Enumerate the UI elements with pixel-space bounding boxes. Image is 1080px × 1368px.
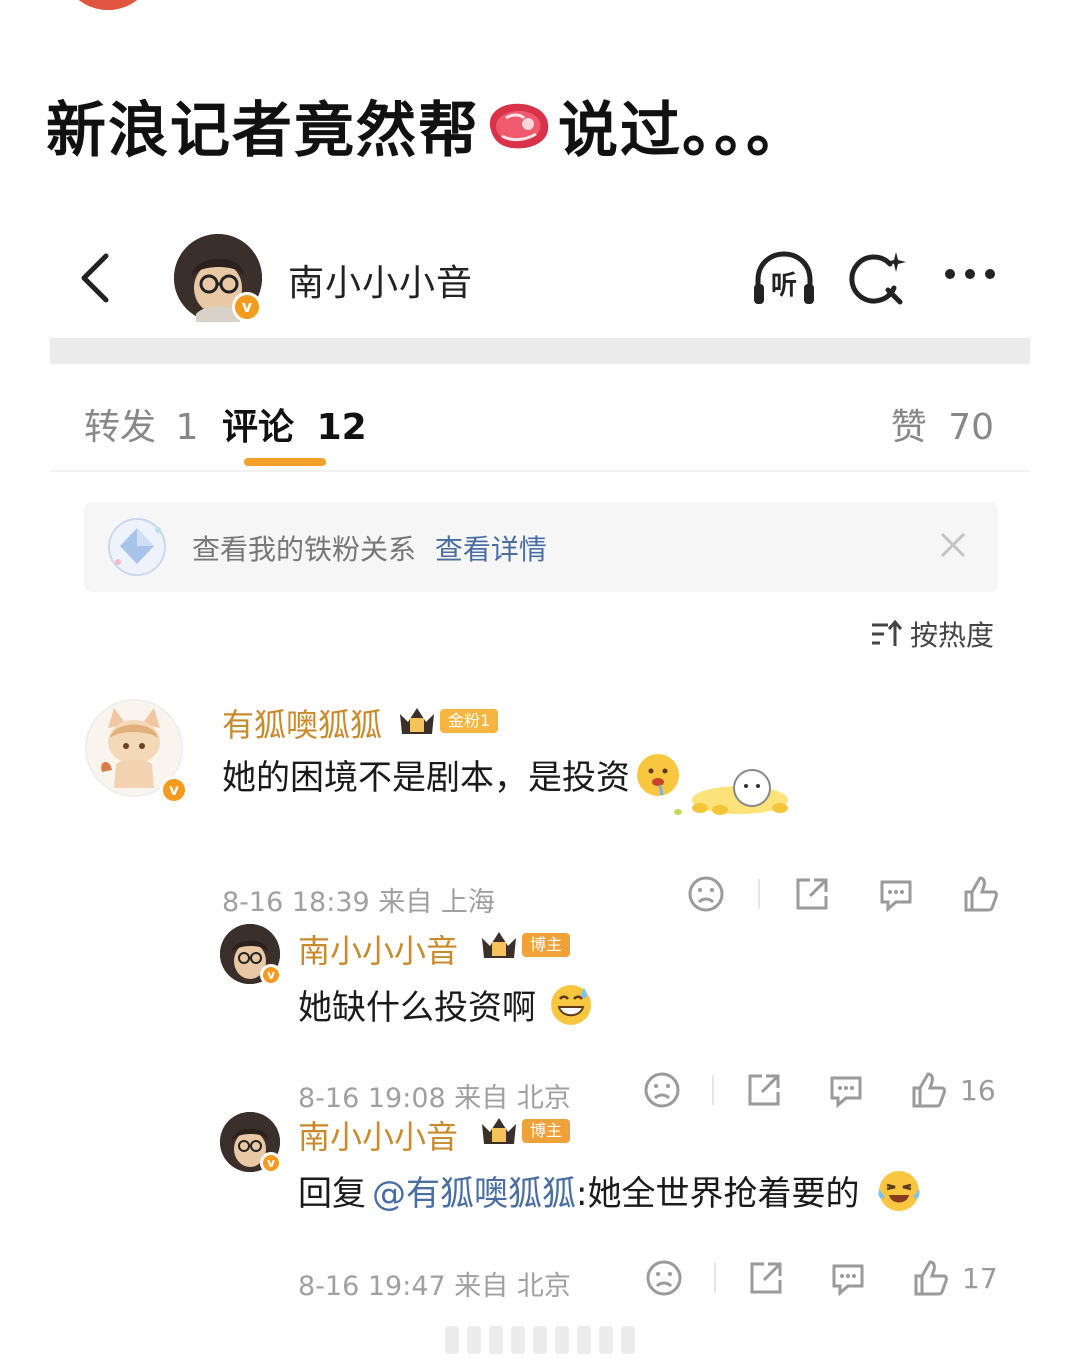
tab-repost-label: 转发 bbox=[84, 407, 157, 448]
crown-icon bbox=[482, 932, 516, 958]
like-button[interactable] bbox=[960, 874, 1000, 914]
reply-button[interactable] bbox=[876, 874, 916, 914]
crown-icon bbox=[400, 708, 434, 734]
top-bar: v 南小小小音 听 bbox=[50, 226, 1030, 330]
headline-text-start: 新浪记者竟然帮 bbox=[46, 96, 480, 166]
commenter-badges: 金粉1 bbox=[396, 704, 499, 738]
comment-icon bbox=[832, 1264, 864, 1297]
tab-repost[interactable]: 转发 1 bbox=[84, 398, 198, 450]
tab-bar: 转发 1 评论 12 赞 70 bbox=[50, 386, 1030, 472]
listen-icon[interactable]: 听 bbox=[750, 246, 818, 310]
author-tag: 博主 bbox=[522, 933, 571, 957]
weibo-screenshot-card: v 南小小小音 听 转发 1 评论 12 赞 70 查看我的铁粉关系 查看详情 … bbox=[50, 226, 1030, 1306]
share-icon bbox=[796, 878, 828, 910]
reply-author-name[interactable]: 南小小小音 bbox=[298, 1112, 458, 1158]
action-divider bbox=[714, 1263, 716, 1293]
watermark-bar bbox=[467, 1326, 481, 1354]
sad-face-icon bbox=[646, 1260, 682, 1296]
watermark-bar bbox=[533, 1326, 547, 1354]
tab-comments-count: 12 bbox=[316, 407, 367, 448]
thumbs-up-icon bbox=[914, 1260, 948, 1296]
action-divider bbox=[712, 1075, 714, 1105]
laughing-crying-icon bbox=[878, 1170, 921, 1211]
fan-level-tag: 金粉1 bbox=[440, 709, 499, 733]
fan-relationship-banner[interactable]: 查看我的铁粉关系 查看详情 bbox=[84, 502, 998, 592]
watermark-bar bbox=[445, 1326, 459, 1354]
fan-banner-text: 查看我的铁粉关系 查看详情 bbox=[192, 528, 547, 568]
comment-meta: 8-16 18:39 来自 上海 bbox=[222, 887, 495, 918]
comment-icon bbox=[880, 880, 912, 913]
watermark-bar bbox=[621, 1326, 635, 1354]
action-divider bbox=[758, 879, 760, 909]
dislike-button[interactable] bbox=[686, 874, 726, 914]
thumbs-up-icon bbox=[964, 876, 998, 912]
reply-text: 回复 @有狐噢狐狐 :她全世界抢着要的 bbox=[298, 1166, 923, 1215]
verified-badge: v bbox=[260, 964, 282, 986]
watermark-bars bbox=[440, 1326, 640, 1356]
back-arrow-icon[interactable] bbox=[76, 252, 116, 304]
reply-author-badges: 博主 bbox=[478, 928, 571, 962]
sort-label: 按热度 bbox=[909, 619, 994, 652]
comment-actions bbox=[686, 874, 1000, 914]
verified-badge: v bbox=[160, 776, 188, 804]
reply-button[interactable] bbox=[828, 1258, 868, 1298]
meat-icon bbox=[489, 103, 549, 148]
reply-actions: 17 bbox=[644, 1258, 998, 1298]
share-icon bbox=[750, 1262, 782, 1294]
fan-banner-label: 查看我的铁粉关系 bbox=[192, 533, 417, 566]
corner-decoration bbox=[60, 0, 156, 10]
watermark-bar bbox=[489, 1326, 503, 1354]
close-icon[interactable] bbox=[938, 530, 968, 560]
more-options-icon[interactable] bbox=[942, 264, 998, 284]
reply-prefix: 回复 bbox=[298, 1174, 366, 1214]
reply-meta: 8-16 19:47 来自 北京 bbox=[298, 1271, 571, 1302]
listen-label: 听 bbox=[771, 271, 797, 301]
like-count: 17 bbox=[962, 1261, 998, 1295]
verified-badge: v bbox=[232, 292, 262, 322]
tab-likes-count: 70 bbox=[948, 407, 994, 448]
tab-likes-label: 赞 bbox=[890, 407, 927, 448]
tab-comments[interactable]: 评论 12 bbox=[222, 398, 367, 450]
money-sticker-icon bbox=[674, 769, 788, 815]
tab-comments-label: 评论 bbox=[222, 407, 295, 448]
search-icon[interactable] bbox=[848, 248, 908, 308]
share-button[interactable] bbox=[792, 874, 832, 914]
tab-repost-count: 1 bbox=[175, 407, 199, 448]
active-tab-indicator bbox=[244, 458, 326, 466]
sort-by-hot-button[interactable]: 按热度 bbox=[870, 614, 994, 654]
comment-text: 她的困境不是剧本，是投资 bbox=[222, 750, 682, 799]
diamond-fan-icon bbox=[108, 518, 166, 576]
dislike-button[interactable] bbox=[644, 1258, 684, 1298]
post-headline: 新浪记者竟然帮 说过。。。 bbox=[46, 82, 808, 169]
tab-likes[interactable]: 赞 70 bbox=[891, 398, 994, 450]
reply-body: :她全世界抢着要的 bbox=[576, 1174, 860, 1214]
reply-item: v 南小小小音 博主 她缺什么投资啊 8-16 19:08 来自 北京 16 bbox=[50, 916, 1030, 1114]
watermark-bar bbox=[577, 1326, 591, 1354]
crown-icon bbox=[482, 1118, 516, 1144]
verified-badge: v bbox=[260, 1152, 282, 1174]
share-button[interactable] bbox=[746, 1258, 786, 1298]
reply-body: 她缺什么投资啊 bbox=[298, 988, 536, 1028]
reply-author-badges: 博主 bbox=[478, 1114, 571, 1148]
author-tag: 博主 bbox=[522, 1119, 571, 1143]
author-avatar[interactable]: v bbox=[174, 234, 262, 322]
comment-body: 她的困境不是剧本，是投资 bbox=[222, 758, 630, 798]
view-details-link[interactable]: 查看详情 bbox=[435, 533, 547, 566]
headline-text-end: 说过。。。 bbox=[558, 96, 808, 166]
section-divider bbox=[50, 338, 1030, 364]
mention-link[interactable]: @有狐噢狐狐 bbox=[372, 1166, 576, 1215]
author-name[interactable]: 南小小小音 bbox=[288, 254, 473, 306]
sort-icon bbox=[871, 619, 902, 646]
sweat-smile-icon bbox=[551, 984, 591, 1025]
reply-text: 她缺什么投资啊 bbox=[298, 980, 594, 1029]
reply-author-name[interactable]: 南小小小音 bbox=[298, 926, 458, 972]
reply-item: v 南小小小音 博主 回复 @有狐噢狐狐 :她全世界抢着要的 8-16 19:4… bbox=[50, 1104, 1030, 1302]
like-button[interactable]: 17 bbox=[910, 1258, 998, 1298]
like-count: 16 bbox=[960, 1073, 996, 1107]
watermark-bar bbox=[599, 1326, 613, 1354]
watermark-bar bbox=[555, 1326, 569, 1354]
sad-face-icon bbox=[688, 876, 724, 912]
commenter-name[interactable]: 有狐噢狐狐 bbox=[222, 700, 382, 746]
watermark-bar bbox=[511, 1326, 525, 1354]
